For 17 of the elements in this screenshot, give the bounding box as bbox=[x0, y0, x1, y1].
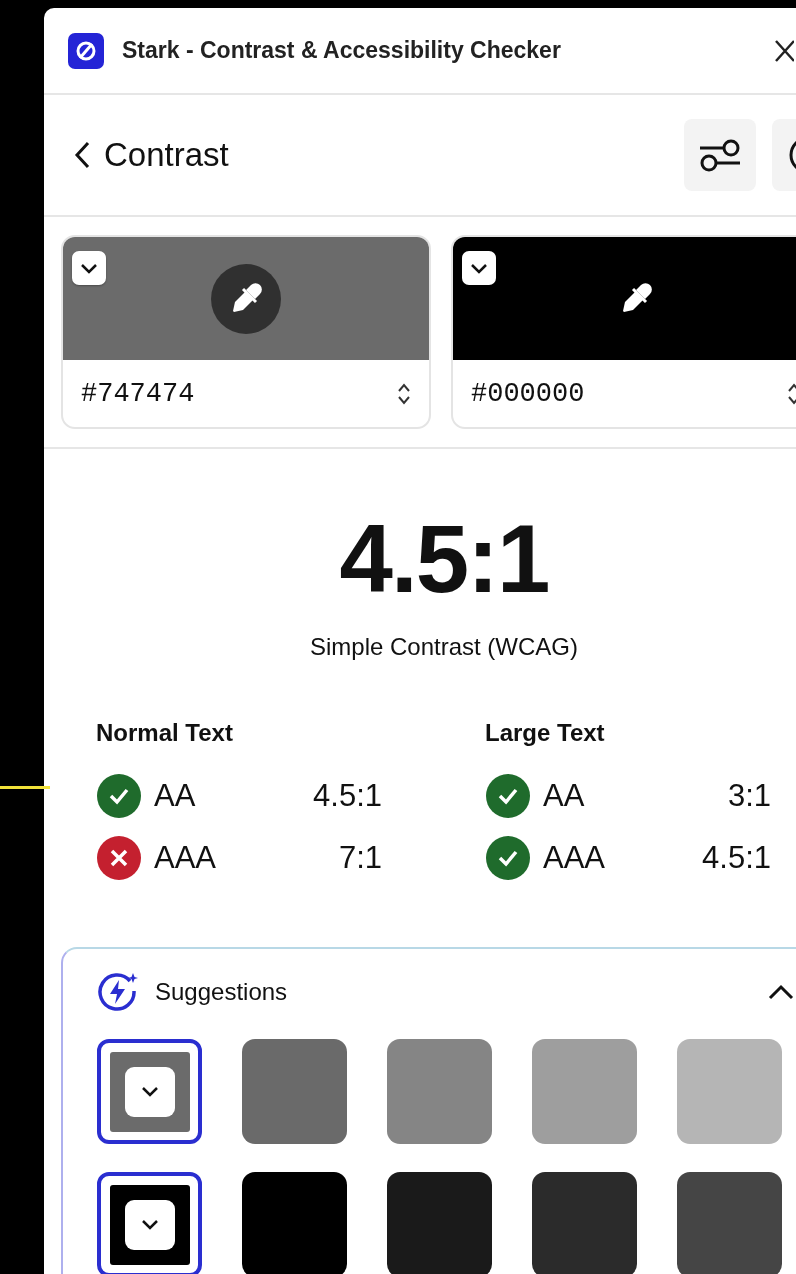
level-ratio: 7:1 bbox=[338, 838, 382, 877]
page-title: Contrast bbox=[104, 135, 229, 176]
suggestions-title: Suggestions bbox=[155, 977, 289, 1007]
level-ratio: 4.5:1 bbox=[313, 776, 382, 815]
level-label: AAA bbox=[543, 838, 607, 877]
window-title: Stark - Contrast & Accessibility Checker bbox=[122, 36, 561, 66]
result-heading: Normal Text bbox=[96, 718, 234, 748]
level-label: AA bbox=[154, 776, 197, 815]
hex-field[interactable]: #747474 bbox=[63, 360, 429, 427]
result-heading: Large Text bbox=[485, 718, 606, 748]
level-ratio: 3:1 bbox=[727, 776, 771, 815]
level-label: AA bbox=[543, 776, 586, 815]
level-ratio: 4.5:1 bbox=[702, 838, 771, 877]
contrast-method-label: Simple Contrast (WCAG) bbox=[309, 632, 578, 662]
level-label: AAA bbox=[154, 838, 218, 877]
hex-field[interactable]: #000000 bbox=[453, 360, 796, 427]
contrast-ratio: 4.5:1 bbox=[339, 511, 549, 607]
